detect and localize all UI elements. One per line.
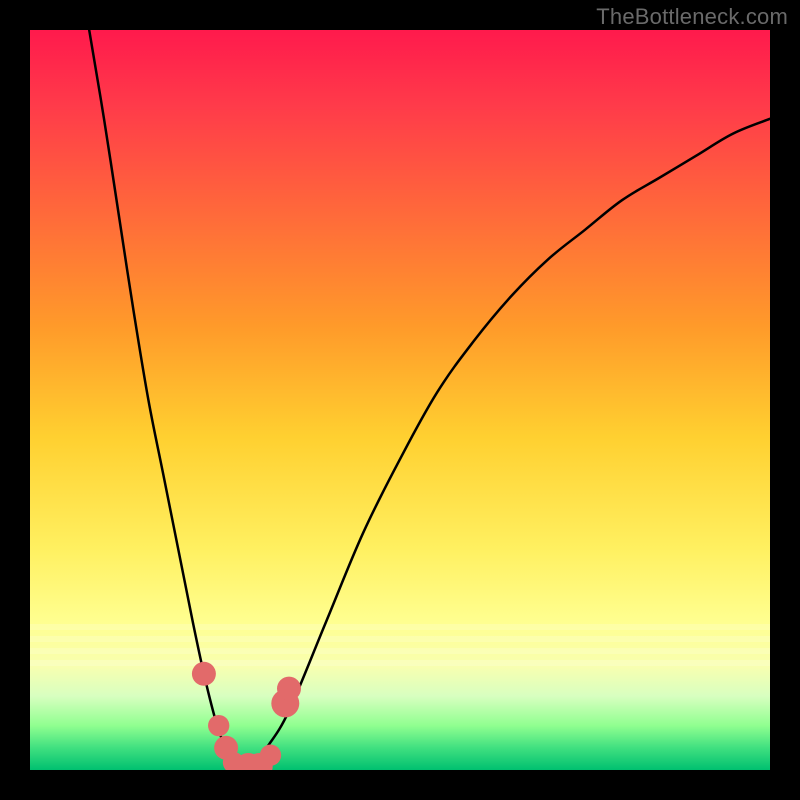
data-markers: [192, 662, 301, 770]
curves-group: [89, 30, 770, 770]
chart-frame: [30, 30, 770, 770]
chart-svg: [30, 30, 770, 770]
data-point-marker: [192, 662, 216, 686]
data-point-marker: [260, 745, 281, 766]
left-branch-curve: [89, 30, 252, 770]
data-point-marker: [208, 715, 229, 736]
watermark-label: TheBottleneck.com: [596, 4, 788, 30]
right-branch-curve: [252, 119, 770, 770]
data-point-marker: [277, 677, 301, 701]
